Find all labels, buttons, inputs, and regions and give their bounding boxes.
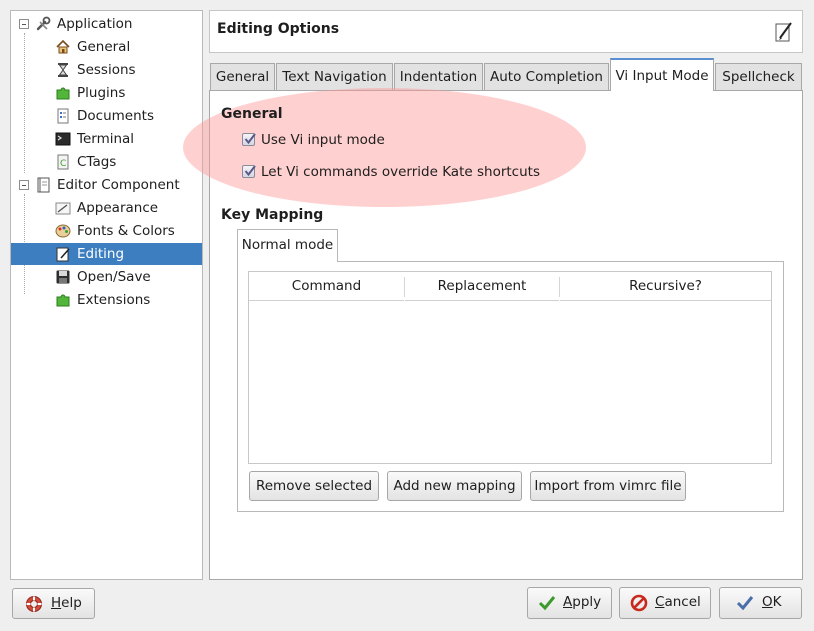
tab-vi-input-mode[interactable]: Vi Input Mode — [610, 58, 714, 91]
column-header-recursive[interactable]: Recursive? — [560, 272, 771, 301]
apply-label: pply — [572, 594, 602, 610]
sidebar-item-terminal[interactable]: Terminal — [11, 128, 202, 150]
cancel-label: ancel — [664, 594, 701, 610]
collapse-icon[interactable] — [19, 19, 29, 29]
remove-selected-button[interactable]: Remove selected — [249, 471, 379, 501]
page-title: Editing Options — [217, 21, 340, 37]
tab-auto-completion[interactable]: Auto Completion — [484, 63, 609, 91]
editing-icon — [56, 247, 70, 262]
tab-normal-mode[interactable]: Normal mode — [237, 229, 338, 262]
ok-mnemonic: O — [762, 594, 773, 610]
sidebar-item-ctags[interactable]: C CTags — [11, 151, 202, 173]
tools-icon — [36, 16, 51, 31]
import-from-vimrc-button[interactable]: Import from vimrc file — [530, 471, 686, 501]
checkmark-icon — [244, 165, 256, 177]
sidebar-item-label: General — [77, 39, 131, 55]
use-vi-input-mode-label[interactable]: Use Vi input mode — [261, 132, 385, 148]
sidebar-item-label: Fonts & Colors — [77, 223, 175, 239]
sidebar-item-sessions[interactable]: Sessions — [11, 59, 202, 81]
sidebar-item-label: Open/Save — [77, 269, 151, 285]
terminal-icon — [55, 132, 71, 146]
sidebar-item-editing[interactable]: Editing — [11, 243, 202, 265]
tree-group-editor-component[interactable]: Editor Component — [11, 174, 202, 196]
puzzle-icon — [56, 87, 70, 100]
help-mnemonic: H — [51, 595, 62, 611]
hourglass-icon — [58, 63, 68, 77]
save-icon — [56, 270, 70, 284]
section-title-general: General — [221, 106, 283, 122]
notebook-icon — [37, 177, 50, 193]
check-icon — [538, 596, 556, 611]
checkmark-icon — [244, 133, 256, 145]
document-list-icon — [57, 108, 69, 124]
sidebar-item-extensions[interactable]: Extensions — [11, 289, 202, 311]
use-vi-input-mode-checkbox[interactable] — [242, 133, 256, 146]
sidebar-item-label: Plugins — [77, 85, 126, 101]
check-icon — [736, 596, 754, 611]
override-kate-shortcuts-checkbox[interactable] — [242, 165, 256, 178]
tab-text-navigation[interactable]: Text Navigation — [276, 63, 393, 91]
sidebar-item-label: Editing — [77, 246, 125, 262]
section-title-key-mapping: Key Mapping — [221, 207, 324, 223]
tab-general[interactable]: General — [210, 63, 275, 91]
tree-group-application[interactable]: Application — [11, 13, 202, 35]
help-lifebuoy-icon — [26, 596, 42, 612]
override-kate-shortcuts-label[interactable]: Let Vi commands override Kate shortcuts — [261, 164, 540, 180]
cancel-icon — [630, 594, 648, 612]
collapse-icon[interactable] — [19, 180, 29, 190]
sidebar-item-label: Extensions — [77, 292, 151, 308]
sidebar-item-label: Appearance — [77, 200, 159, 216]
puzzle-icon — [56, 294, 70, 307]
sidebar-item-label: Sessions — [77, 62, 136, 78]
sidebar-item-open-save[interactable]: Open/Save — [11, 266, 202, 288]
cancel-button[interactable]: Cancel — [619, 587, 711, 619]
sidebar-item-general[interactable]: General — [11, 36, 202, 58]
tree-group-label: Editor Component — [57, 177, 180, 193]
help-label: elp — [61, 595, 82, 611]
column-header-command[interactable]: Command — [249, 272, 404, 301]
tree-group-label: Application — [57, 16, 133, 32]
ok-label: K — [772, 594, 782, 610]
ctags-icon: C — [57, 154, 69, 170]
sidebar-item-fonts-colors[interactable]: Fonts & Colors — [11, 220, 202, 242]
sidebar-item-plugins[interactable]: Plugins — [11, 82, 202, 104]
sidebar-item-documents[interactable]: Documents — [11, 105, 202, 127]
tab-spellcheck[interactable]: Spellcheck — [715, 63, 802, 91]
sidebar-tree[interactable]: Application General Sessions Plugins Doc… — [10, 10, 203, 580]
sidebar-item-appearance[interactable]: Appearance — [11, 197, 202, 219]
sidebar-item-label: CTags — [77, 154, 117, 170]
column-header-replacement[interactable]: Replacement — [405, 272, 559, 301]
key-mapping-table[interactable]: Command Replacement Recursive? — [248, 271, 772, 464]
add-new-mapping-button[interactable]: Add new mapping — [387, 471, 522, 501]
page-header: Editing Options — [209, 10, 803, 53]
appearance-icon — [55, 202, 71, 215]
ok-button[interactable]: OK — [719, 587, 802, 619]
help-button[interactable]: Help — [12, 588, 95, 619]
svg-text:C: C — [60, 159, 66, 169]
home-icon — [56, 39, 70, 54]
apply-mnemonic: A — [563, 594, 573, 610]
apply-button[interactable]: Apply — [527, 587, 612, 619]
edit-pencil-icon — [775, 22, 792, 42]
sidebar-item-label: Terminal — [77, 131, 135, 147]
tab-indentation[interactable]: Indentation — [394, 63, 483, 91]
sidebar-item-label: Documents — [77, 108, 154, 124]
palette-icon — [55, 224, 71, 238]
